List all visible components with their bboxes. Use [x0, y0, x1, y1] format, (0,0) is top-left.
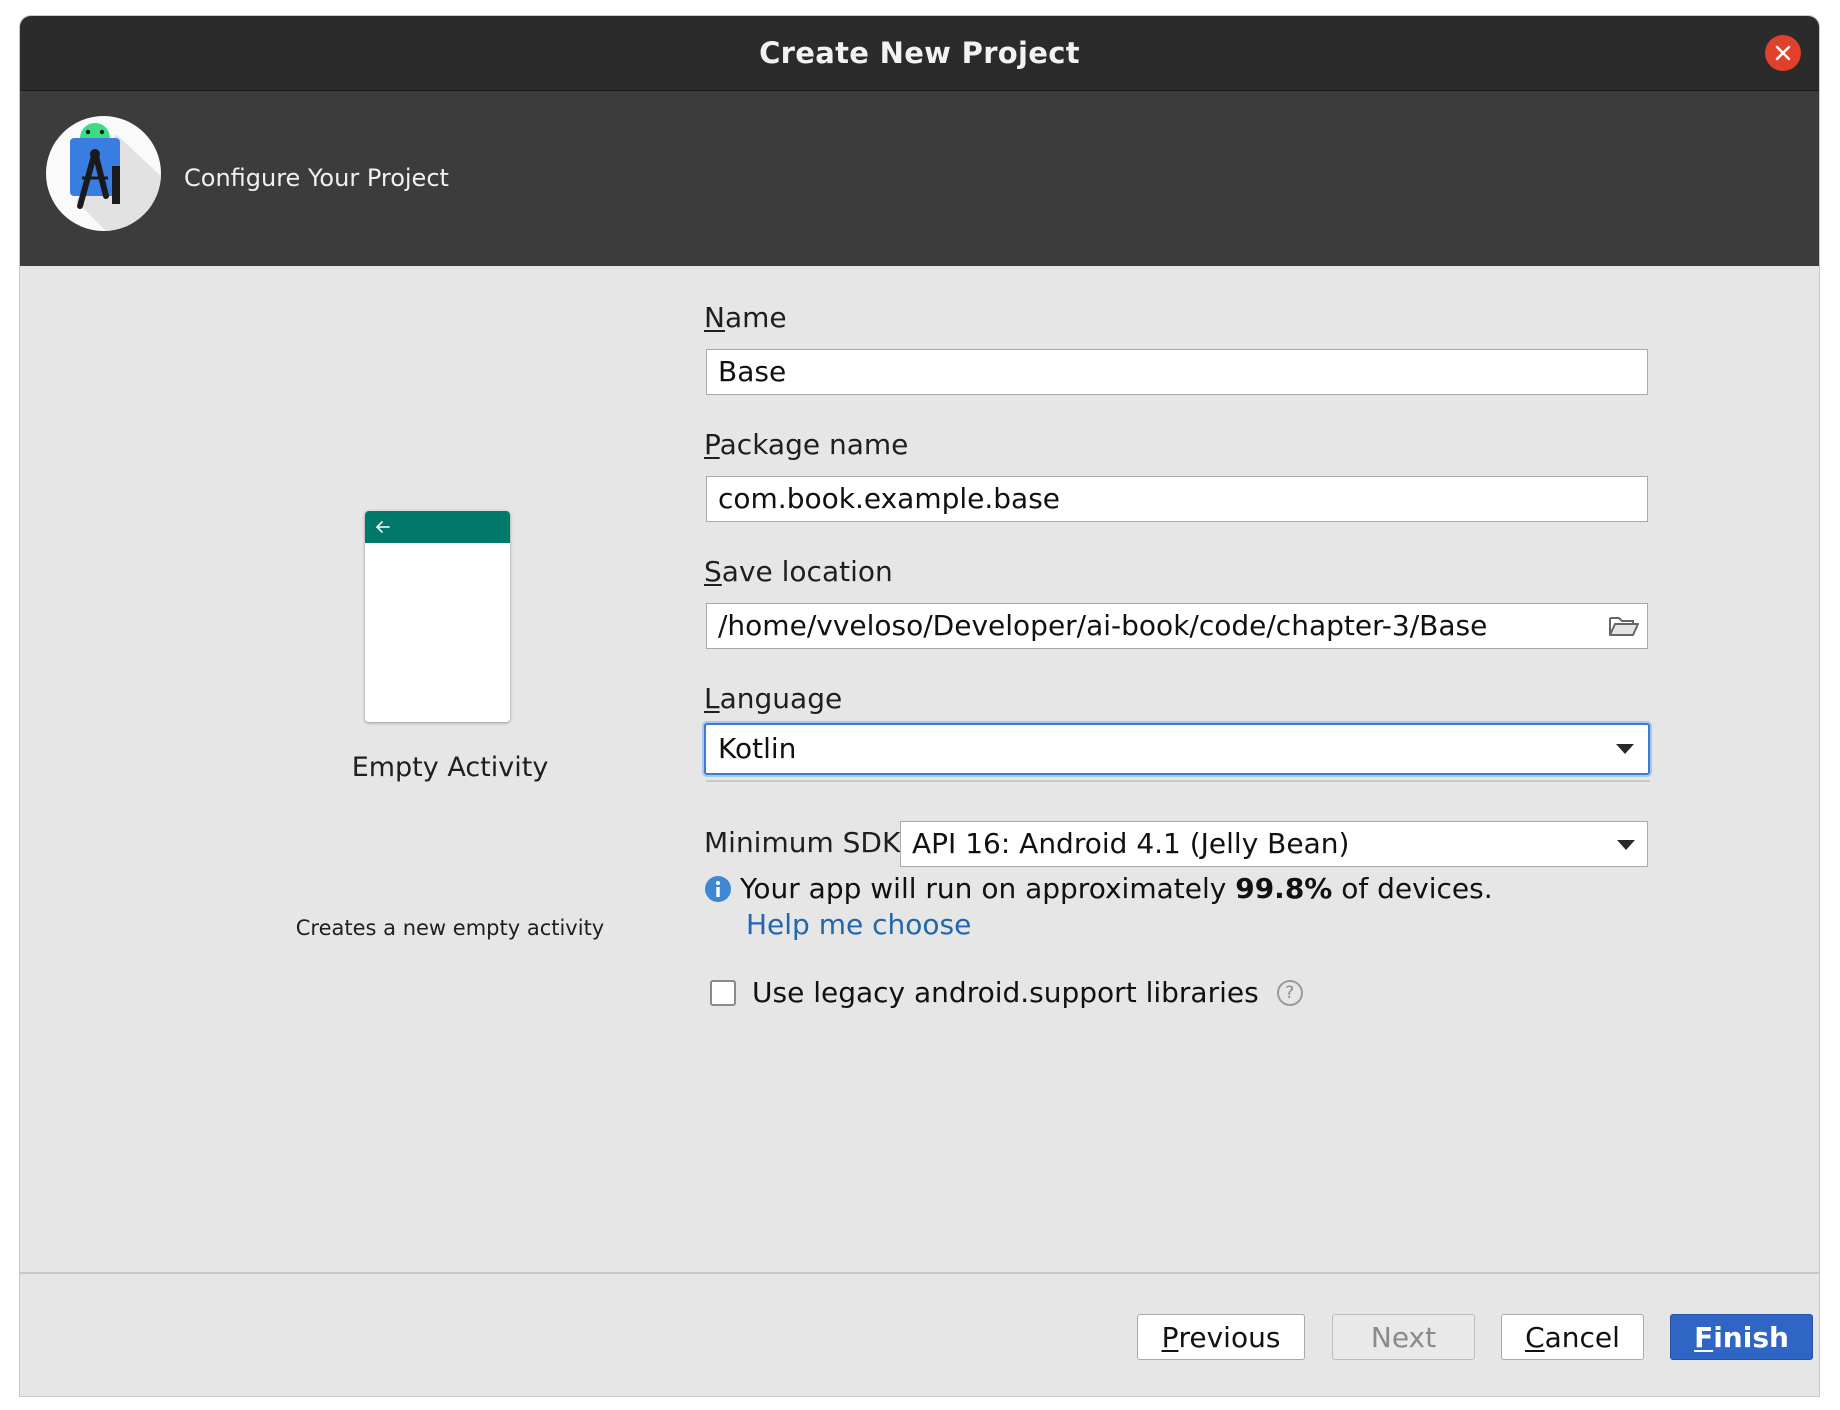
save-location-value: /home/vveloso/Developer/ai-book/code/cha…	[718, 609, 1488, 642]
device-coverage-info: Your app will run on approximately 99.8%…	[704, 872, 1493, 905]
next-button[interactable]: Next	[1332, 1314, 1475, 1360]
finish-button[interactable]: Finish	[1670, 1314, 1813, 1360]
android-studio-icon	[46, 116, 161, 231]
chevron-down-icon	[1617, 840, 1635, 850]
create-project-dialog: Create New Project Configure Your Projec…	[19, 15, 1820, 1397]
help-icon[interactable]: ?	[1276, 979, 1303, 1006]
template-preview-panel: Empty Activity Creates a new empty activ…	[20, 266, 680, 1266]
template-appbar	[365, 511, 510, 543]
minimum-sdk-selected: API 16: Android 4.1 (Jelly Bean)	[912, 827, 1350, 860]
window-title: Create New Project	[759, 36, 1080, 70]
name-field[interactable]: Base	[706, 349, 1648, 395]
minimum-sdk-dropdown[interactable]: API 16: Android 4.1 (Jelly Bean)	[900, 821, 1648, 867]
chevron-down-icon	[1616, 744, 1634, 754]
save-location-label: Save location	[704, 555, 893, 588]
legacy-support-label: Use legacy android.support libraries	[752, 976, 1259, 1009]
wizard-header: Configure Your Project	[20, 91, 1819, 266]
info-icon	[705, 875, 731, 902]
coverage-percent: 99.8%	[1235, 872, 1333, 905]
previous-button[interactable]: Previous	[1137, 1314, 1305, 1360]
close-icon	[1775, 45, 1791, 61]
language-label: Language	[704, 682, 843, 715]
legacy-support-option[interactable]: Use legacy android.support libraries ?	[710, 976, 1303, 1009]
step-subtitle: Configure Your Project	[184, 164, 449, 192]
footer-divider	[20, 1272, 1819, 1274]
divider	[706, 780, 1650, 782]
cancel-button[interactable]: Cancel	[1501, 1314, 1644, 1360]
coverage-text-suffix: of devices.	[1332, 872, 1493, 905]
language-selected: Kotlin	[718, 732, 797, 765]
name-label: Name	[704, 301, 787, 334]
language-dropdown[interactable]: Kotlin	[704, 723, 1650, 775]
save-location-field[interactable]: /home/vveloso/Developer/ai-book/code/cha…	[706, 603, 1648, 649]
folder-icon[interactable]	[1609, 614, 1639, 638]
package-name-field[interactable]: com.book.example.base	[706, 476, 1648, 522]
minimum-sdk-label: Minimum SDK	[704, 826, 901, 859]
help-me-choose-link[interactable]: Help me choose	[746, 908, 971, 941]
close-button[interactable]	[1765, 35, 1801, 71]
legacy-support-checkbox[interactable]	[710, 979, 736, 1006]
title-bar: Create New Project	[20, 16, 1819, 91]
package-name-label: Package name	[704, 428, 909, 461]
back-arrow-icon	[375, 521, 390, 533]
template-thumbnail	[365, 511, 510, 722]
coverage-text-prefix: Your app will run on approximately	[740, 872, 1236, 905]
